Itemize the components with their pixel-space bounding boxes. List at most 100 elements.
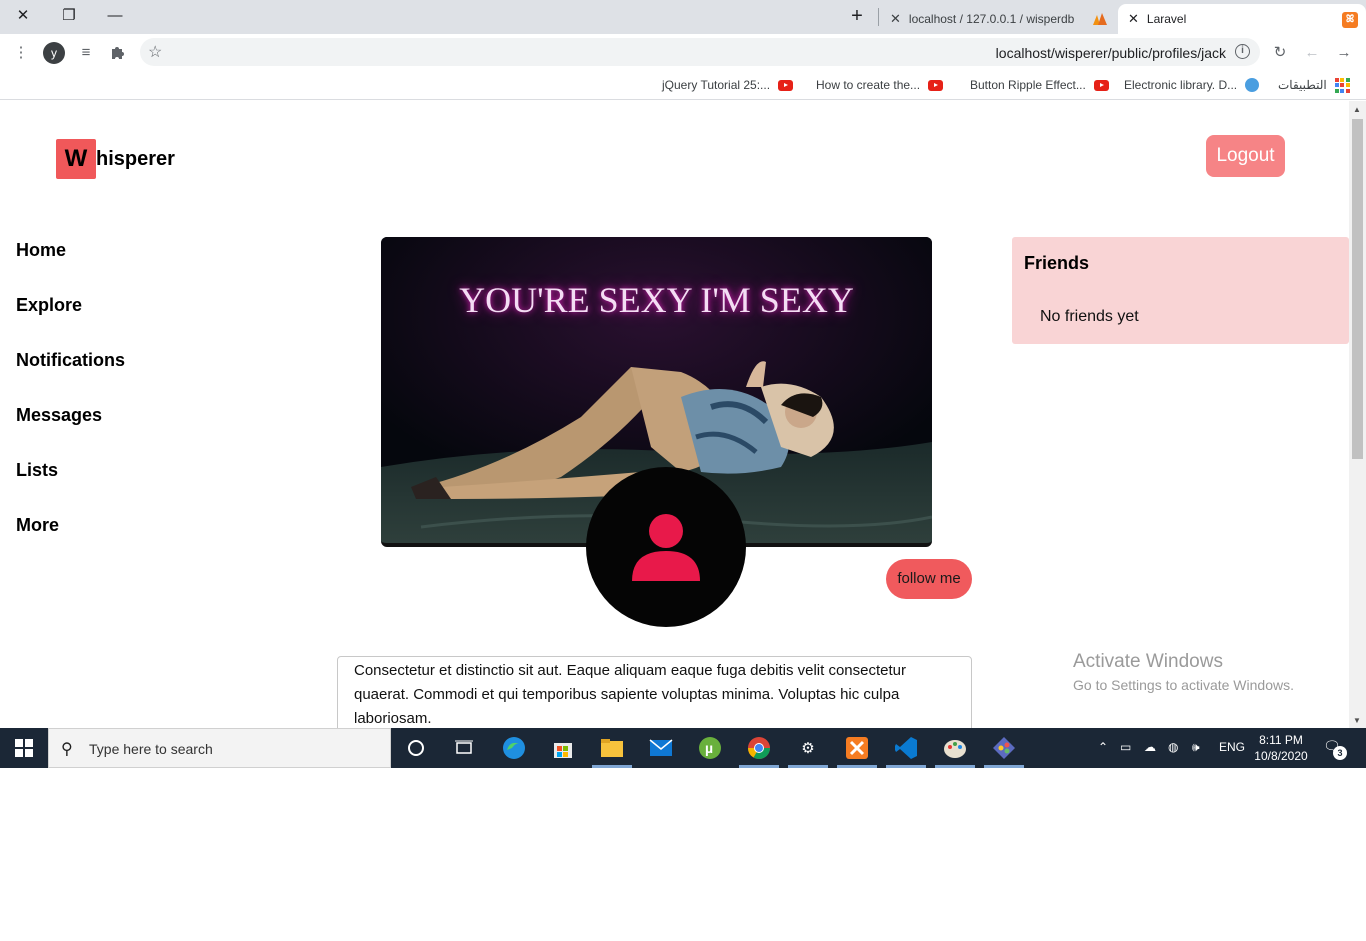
nav-home[interactable]: Home bbox=[16, 238, 125, 293]
tab-laravel[interactable]: ✕ Laravel ꕤ bbox=[1118, 4, 1366, 34]
settings-gear-icon[interactable]: ⚙ bbox=[794, 734, 822, 762]
bookmark-how-to-create[interactable]: How to create the... bbox=[816, 76, 944, 94]
running-app-indicator bbox=[592, 765, 632, 768]
friends-empty-text: No friends yet bbox=[1040, 308, 1139, 325]
nav-lists[interactable]: Lists bbox=[16, 458, 125, 513]
clock-time: 8:11 PM bbox=[1259, 733, 1303, 747]
xampp-taskbar-icon[interactable] bbox=[843, 734, 871, 762]
chrome-icon[interactable] bbox=[745, 734, 773, 762]
friends-title: Friends bbox=[1024, 253, 1090, 273]
menu-dots-icon[interactable]: ⋮ bbox=[11, 42, 31, 62]
reload-icon[interactable]: ↻ bbox=[1270, 42, 1290, 62]
tab-separator bbox=[878, 8, 879, 26]
url-text: localhost/wisperer/public/profiles/jack bbox=[995, 45, 1226, 61]
activate-windows-watermark: Activate Windows Go to Settings to activ… bbox=[1073, 651, 1294, 697]
phpmyadmin-icon bbox=[1092, 13, 1107, 25]
media-queue-icon[interactable]: ≡ bbox=[76, 42, 96, 62]
paint-icon[interactable] bbox=[941, 734, 969, 762]
network-globe-icon[interactable]: ◍ bbox=[1168, 740, 1178, 754]
new-tab-button[interactable]: + bbox=[843, 6, 871, 28]
cover-title-text: YOU'RE SEXY I'M SEXY bbox=[459, 280, 854, 320]
site-info-icon[interactable]: i bbox=[1235, 44, 1250, 59]
vscode-icon[interactable] bbox=[892, 734, 920, 762]
bookmark-apps[interactable]: التطبيقات bbox=[1278, 76, 1350, 94]
window-close-icon[interactable]: ✕ bbox=[0, 0, 46, 30]
volume-icon[interactable]: 🕪 bbox=[1192, 740, 1200, 755]
profile-bio: Consectetur et distinctio sit aut. Eaque… bbox=[337, 656, 972, 728]
logout-button[interactable]: Logout bbox=[1206, 135, 1285, 177]
notification-count-badge: 3 bbox=[1333, 746, 1347, 760]
battery-icon[interactable]: ▭ bbox=[1120, 740, 1131, 754]
main-nav: Home Explore Notifications Messages List… bbox=[16, 238, 125, 568]
mail-icon[interactable] bbox=[647, 734, 675, 762]
onedrive-cloud-icon[interactable]: ☁ bbox=[1144, 740, 1156, 754]
running-app-indicator bbox=[984, 765, 1024, 768]
profile-avatar[interactable]: y bbox=[43, 42, 65, 64]
browser-toolbar: ⋮ y ≡ ☆ localhost/wisperer/public/profil… bbox=[0, 34, 1366, 70]
scrollbar-thumb[interactable] bbox=[1352, 119, 1363, 459]
logo-letter: W bbox=[56, 139, 96, 179]
address-bar[interactable]: ☆ localhost/wisperer/public/profiles/jac… bbox=[140, 38, 1260, 66]
scroll-down-arrow-icon[interactable]: ▼ bbox=[1353, 716, 1361, 725]
scroll-up-arrow-icon[interactable]: ▲ bbox=[1353, 105, 1361, 114]
window-minimize-icon[interactable]: — bbox=[92, 0, 138, 30]
search-icon: ⚲ bbox=[61, 741, 73, 758]
nav-notifications[interactable]: Notifications bbox=[16, 348, 125, 403]
watermark-subtitle: Go to Settings to activate Windows. bbox=[1073, 677, 1294, 693]
user-silhouette-icon bbox=[632, 514, 700, 581]
task-view-icon[interactable] bbox=[450, 734, 478, 762]
language-indicator[interactable]: ENG bbox=[1219, 740, 1245, 754]
youtube-icon bbox=[928, 79, 944, 91]
svg-text:µ: µ bbox=[705, 740, 713, 756]
page-viewport: W hisperer Logout Home Explore Notificat… bbox=[0, 101, 1366, 728]
edge-browser-icon[interactable] bbox=[500, 734, 528, 762]
running-app-indicator bbox=[837, 765, 877, 768]
bookmark-star-icon[interactable]: ☆ bbox=[148, 42, 162, 62]
windows-start-icon[interactable] bbox=[0, 728, 48, 768]
bookmark-label: Button Ripple Effect... bbox=[970, 78, 1086, 92]
tab-title: localhost / 127.0.0.1 / wisperdb bbox=[908, 12, 1075, 26]
cortana-circle-icon[interactable] bbox=[402, 734, 430, 762]
nav-messages[interactable]: Messages bbox=[16, 403, 125, 458]
logo-text: hisperer bbox=[96, 147, 175, 170]
git-client-icon[interactable] bbox=[990, 734, 1018, 762]
running-app-indicator bbox=[886, 765, 926, 768]
bookmark-label: How to create the... bbox=[816, 78, 921, 92]
forward-arrow-icon: ← bbox=[1304, 43, 1320, 61]
tab-close-icon[interactable]: ✕ bbox=[890, 11, 901, 27]
back-arrow-icon[interactable]: → bbox=[1334, 42, 1354, 62]
window-restore-icon[interactable]: ❐ bbox=[46, 0, 92, 30]
tab-phpmyadmin[interactable]: ✕ localhost / 127.0.0.1 / wisperdb bbox=[880, 4, 1118, 34]
bookmarks-bar: jQuery Tutorial 25:... How to create the… bbox=[0, 70, 1366, 100]
bookmark-button-ripple[interactable]: Button Ripple Effect... bbox=[970, 76, 1109, 94]
youtube-icon bbox=[1093, 79, 1109, 91]
site-logo[interactable]: W hisperer bbox=[56, 139, 175, 179]
watermark-title: Activate Windows bbox=[1073, 651, 1223, 672]
tab-title: Laravel bbox=[1146, 12, 1187, 26]
bookmark-electronic-library[interactable]: Electronic library. D... bbox=[1124, 76, 1260, 94]
library-globe-icon bbox=[1245, 78, 1260, 92]
tray-overflow-chevron-icon[interactable]: ⌃ bbox=[1098, 740, 1108, 754]
bookmark-label: التطبيقات bbox=[1278, 78, 1327, 92]
profile-avatar-image[interactable] bbox=[586, 467, 746, 627]
taskbar-search-input[interactable]: ⚲ Type here to search bbox=[48, 728, 391, 768]
file-explorer-icon[interactable] bbox=[598, 734, 626, 762]
system-clock[interactable]: 8:11 PM 10/8/2020 bbox=[1252, 732, 1310, 764]
running-app-indicator bbox=[739, 765, 779, 768]
extensions-puzzle-icon[interactable] bbox=[108, 42, 128, 62]
follow-button[interactable]: follow me bbox=[886, 559, 972, 599]
utorrent-icon[interactable]: µ bbox=[696, 734, 724, 762]
windows-taskbar: ⚲ Type here to search µ ⚙ ⌃ ▭ ☁ ◍ 🕪 ENG … bbox=[0, 728, 1366, 768]
action-center-icon[interactable]: 🗨 3 bbox=[1323, 738, 1347, 760]
xampp-icon: ꕤ bbox=[1342, 12, 1358, 28]
nav-explore[interactable]: Explore bbox=[16, 293, 125, 348]
tab-close-icon[interactable]: ✕ bbox=[1128, 11, 1139, 27]
store-icon[interactable] bbox=[549, 734, 577, 762]
nav-more[interactable]: More bbox=[16, 513, 125, 568]
page-scrollbar[interactable]: ▲ ▼ bbox=[1349, 101, 1366, 728]
bookmark-label: Electronic library. D... bbox=[1124, 78, 1238, 92]
youtube-icon bbox=[778, 79, 794, 91]
bookmark-jquery[interactable]: jQuery Tutorial 25:... bbox=[662, 76, 794, 94]
friends-panel: Friends No friends yet bbox=[1012, 237, 1349, 344]
apps-grid-icon bbox=[1334, 77, 1350, 93]
